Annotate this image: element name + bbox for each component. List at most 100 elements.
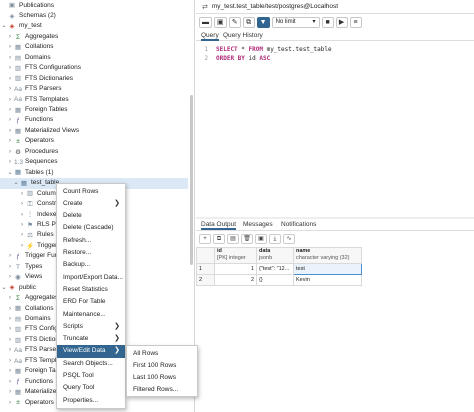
tree-item[interactable]: › ▦ Materialized Views [0, 126, 79, 137]
column-header-name[interactable]: name character varying (32) [293, 247, 362, 264]
tree-item[interactable]: ⌄ ◈ my_test [0, 21, 41, 32]
copy-button[interactable]: ⧉ [242, 16, 255, 28]
tree-item[interactable]: › ⚡ Triggers [0, 241, 61, 252]
tab-messages[interactable]: Messages [243, 219, 273, 230]
tree-item[interactable]: › ◉ Views [0, 272, 42, 283]
context-menu-item[interactable]: Maintenance... [57, 309, 125, 321]
chevron-right-icon[interactable]: › [19, 210, 25, 221]
copy-icon[interactable]: ⧉ [213, 234, 225, 244]
save-file-button[interactable]: ▣ [214, 16, 227, 28]
chevron-right-icon[interactable]: › [7, 63, 13, 74]
chevron-right-icon[interactable]: › [7, 147, 13, 158]
tree-item[interactable]: › ƒ Functions [0, 377, 53, 388]
tree-item[interactable]: › ⚖ Rules [0, 230, 54, 241]
tree-item[interactable]: › Aa FTS Templates [0, 95, 69, 106]
row-number[interactable]: 1 [196, 263, 215, 275]
tab-notifications[interactable]: Notifications [281, 219, 316, 230]
tree-item[interactable]: › ▤ Domains [0, 53, 51, 64]
graph-icon[interactable]: ∿ [283, 234, 295, 244]
tree-item[interactable]: › ± Operators [0, 398, 54, 409]
tree-item[interactable]: › ± Operators [0, 136, 54, 147]
context-menu-item[interactable]: Scripts ❯ [57, 321, 125, 333]
tree-item[interactable]: › ▥ FTS Dictionaries [0, 74, 73, 85]
chevron-right-icon[interactable]: › [19, 199, 25, 210]
context-menu-item[interactable]: Count Rows [57, 186, 125, 198]
open-file-button[interactable]: ▬ [199, 16, 212, 28]
tree-item[interactable]: ◈ Schemas (2) [0, 11, 56, 22]
chevron-right-icon[interactable]: › [7, 345, 13, 356]
tree-item[interactable]: ▣ Publications [0, 1, 54, 12]
tree-item[interactable]: ⌄ ▦ Tables (1) [0, 168, 53, 179]
chevron-right-icon[interactable]: › [7, 377, 13, 388]
chevron-right-icon[interactable]: › [7, 293, 13, 304]
cell-data[interactable]: {"test": "12... [256, 263, 294, 275]
context-menu-item[interactable]: Restore... [57, 247, 125, 259]
stop-button[interactable]: ■ [321, 16, 334, 28]
chevron-right-icon[interactable]: › [7, 157, 13, 168]
chevron-right-icon[interactable]: › [19, 241, 25, 252]
tab-data-output[interactable]: Data Output [201, 219, 237, 230]
chevron-right-icon[interactable]: › [7, 95, 13, 106]
context-menu-item[interactable]: Delete (Cascade) [57, 222, 125, 234]
context-menu-item[interactable]: PSQL Tool [57, 370, 125, 382]
tree-item[interactable]: › ▥ FTS Configurations [0, 63, 81, 74]
row-limit-select[interactable]: No limit ▾ [271, 16, 320, 28]
tree-item[interactable]: › ▦ Foreign Tables [0, 105, 68, 116]
context-menu-item[interactable]: Search Objects... [57, 358, 125, 370]
explain-button[interactable]: ≡ [349, 16, 362, 28]
chevron-right-icon[interactable]: › [7, 366, 13, 377]
tree-item[interactable]: › ▥ Columns [0, 189, 63, 200]
download-icon[interactable]: ⤓ [269, 234, 281, 244]
context-menu-item[interactable]: ERD For Table [57, 296, 125, 308]
tree-item[interactable]: › ▦ Collations [0, 304, 54, 315]
chevron-right-icon[interactable]: › [7, 53, 13, 64]
context-menu-item[interactable]: Reset Statistics [57, 284, 125, 296]
chevron-down-icon[interactable]: ⌄ [13, 178, 19, 189]
tree-item[interactable]: › ⚙ Procedures [0, 147, 58, 158]
chevron-right-icon[interactable]: › [7, 74, 13, 85]
submenu-item[interactable]: First 100 Rows [127, 360, 197, 372]
context-menu-item[interactable]: View/Edit Data ❯ [57, 345, 125, 358]
chevron-right-icon[interactable]: › [7, 251, 13, 262]
add-row-icon[interactable]: + [199, 234, 211, 244]
chevron-right-icon[interactable]: › [19, 220, 25, 231]
chevron-right-icon[interactable]: › [7, 42, 13, 53]
cell-name[interactable]: Kevin [293, 274, 362, 286]
filter-button[interactable]: ▼ [256, 16, 270, 28]
submenu-item[interactable]: All Rows [127, 348, 197, 360]
submenu-item[interactable]: Filtered Rows... [127, 384, 197, 396]
chevron-right-icon[interactable]: › [7, 314, 13, 325]
submenu-item[interactable]: Last 100 Rows [127, 372, 197, 384]
context-menu-item[interactable]: Import/Export Data... [57, 272, 125, 284]
chevron-right-icon[interactable]: › [7, 115, 13, 126]
context-menu-item[interactable]: Backup... [57, 259, 125, 271]
tab-query-history[interactable]: Query History [223, 30, 263, 41]
chevron-right-icon[interactable]: › [7, 136, 13, 147]
tree-item[interactable]: › ▦ Collations [0, 42, 54, 53]
context-menu-item[interactable]: Delete [57, 210, 125, 222]
row-number[interactable]: 2 [196, 274, 215, 286]
tree-scrollbar[interactable] [190, 95, 193, 265]
chevron-right-icon[interactable]: › [7, 272, 13, 283]
tree-item[interactable]: › 1.3 Sequences [0, 157, 58, 168]
edit-button[interactable]: ✎ [228, 16, 241, 28]
tree-item[interactable]: › T Types [0, 262, 42, 273]
cell-id[interactable]: 2 [214, 274, 257, 286]
paste-icon[interactable]: ▤ [227, 234, 239, 244]
column-header-id[interactable]: id [PK] integer [214, 247, 257, 264]
execute-button[interactable]: ▶ [335, 16, 348, 28]
connection-title[interactable]: my_test.test_table/test/postgres@Localho… [212, 3, 338, 10]
sql-editor[interactable]: 1 SELECT * FROM my_test.test_table 2 ORD… [196, 42, 474, 217]
chevron-right-icon[interactable]: › [7, 335, 13, 346]
chevron-right-icon[interactable]: › [7, 105, 13, 116]
tree-item[interactable]: ⌄ ◈ public [0, 283, 36, 294]
cell-name[interactable]: test [293, 263, 362, 275]
cell-id[interactable]: 1 [214, 263, 257, 275]
chevron-right-icon[interactable]: › [19, 189, 25, 200]
chevron-right-icon[interactable]: › [7, 324, 13, 335]
chevron-right-icon[interactable]: › [19, 230, 25, 241]
context-menu-item[interactable]: Properties... [57, 395, 125, 407]
tree-item[interactable]: › ▤ Domains [0, 314, 51, 325]
tab-query[interactable]: Query [201, 30, 219, 41]
tree-item[interactable]: › Aa FTS Parsers [0, 84, 61, 95]
